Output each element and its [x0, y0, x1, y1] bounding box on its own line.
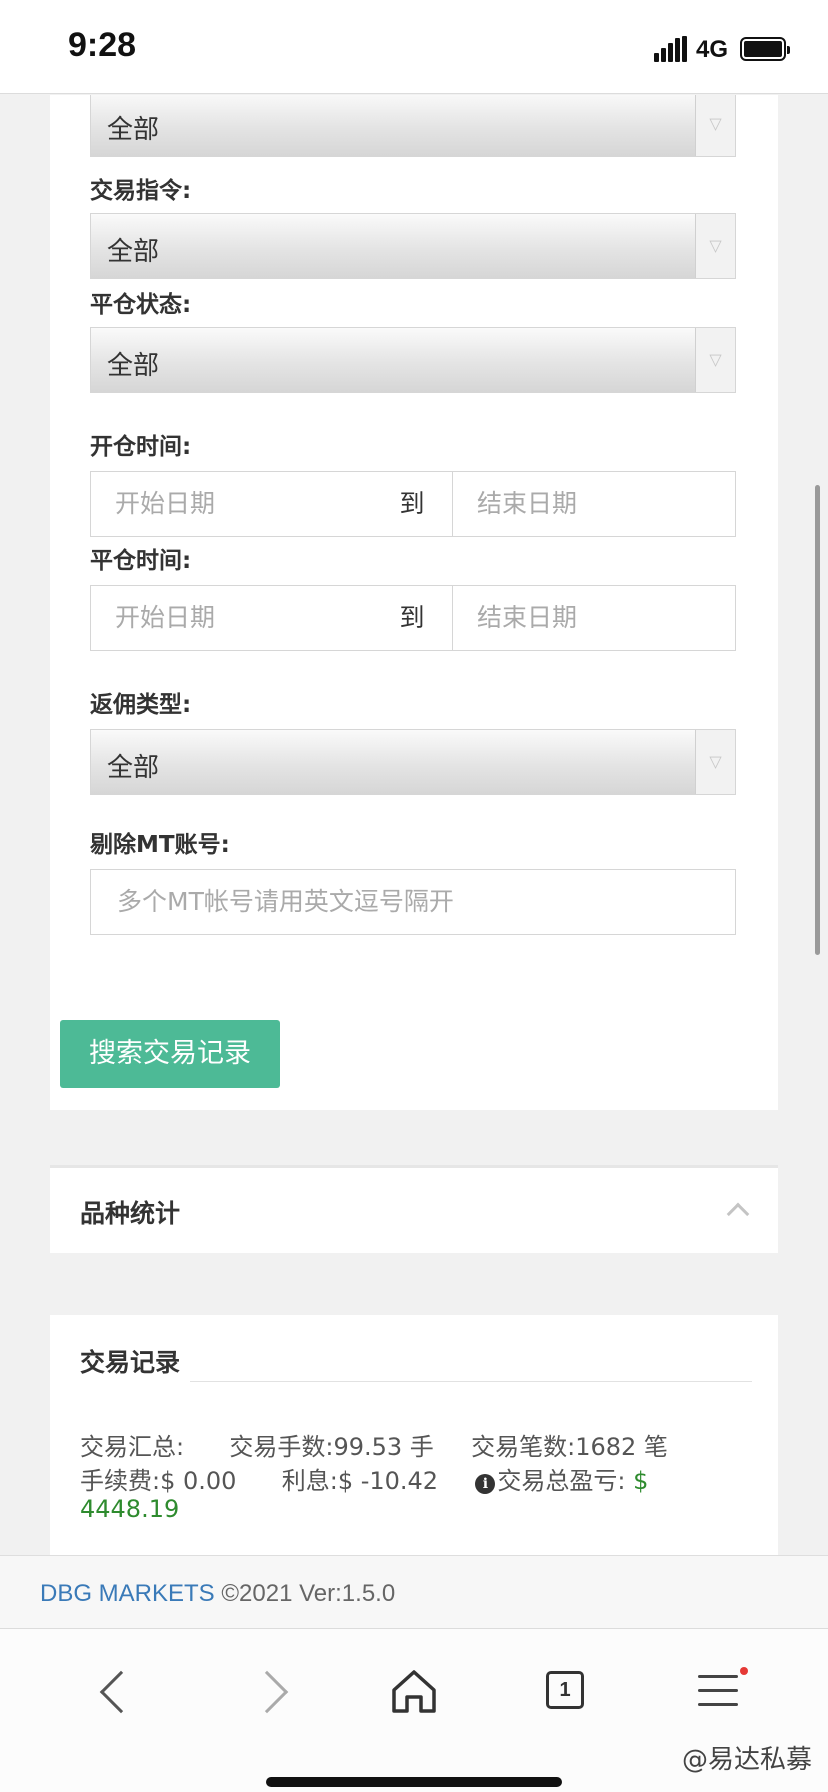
tabs-count-icon: 1: [546, 1671, 584, 1709]
close-status-select[interactable]: 全部 ▽: [90, 327, 736, 393]
symbol-stats-panel[interactable]: 品种统计: [50, 1165, 778, 1253]
notification-dot: [740, 1667, 748, 1675]
interest-label: 利息:: [281, 1467, 338, 1495]
pnl-value: 4448.19: [80, 1495, 180, 1523]
exclude-mt-input[interactable]: 多个MT帐号请用英文逗号隔开: [90, 869, 736, 935]
page-content[interactable]: 全部 ▽ 交易指令: 全部 ▽ 平仓状态: 全部 ▽ 开仓时间: 开始日期 到 …: [0, 95, 828, 1555]
forward-button[interactable]: [244, 1663, 304, 1723]
close-status-label: 平仓状态:: [90, 292, 192, 318]
summary-label: 交易汇总:: [80, 1433, 185, 1461]
trade-records-panel: 交易记录 交易汇总: 交易手数:99.53 手 交易笔数:1682 笔 手续费:…: [50, 1315, 778, 1555]
chevron-right-icon: [245, 1670, 289, 1714]
chevron-down-icon: ▽: [695, 328, 735, 392]
lots-value: 99.53 手: [333, 1433, 434, 1461]
close-end-date-input[interactable]: 结束日期: [452, 585, 736, 651]
info-icon[interactable]: i: [475, 1474, 496, 1494]
signal-icon: [654, 36, 688, 62]
interest-value: $ -10.42: [337, 1467, 439, 1495]
open-time-label: 开仓时间:: [90, 434, 192, 460]
home-button[interactable]: [386, 1663, 446, 1723]
status-bar: 9:28 4G: [0, 0, 828, 94]
exclude-mt-label: 剔除MT账号:: [90, 832, 230, 858]
pnl-label: 交易总盈亏:: [497, 1467, 626, 1495]
footer-brand-link[interactable]: DBG MARKETS: [40, 1580, 215, 1607]
chevron-left-icon: [99, 1670, 143, 1714]
search-trades-button[interactable]: 搜索交易记录: [60, 1020, 280, 1088]
chevron-down-icon: ▽: [695, 214, 735, 278]
open-end-date-input[interactable]: 结束日期: [452, 471, 736, 537]
select-value: 全部: [107, 115, 160, 145]
page-footer: DBG MARKETS ©2021 Ver:1.5.0: [0, 1555, 828, 1628]
trade-summary-line: 交易汇总: 交易手数:99.53 手 交易笔数:1682 笔: [80, 1427, 668, 1462]
trade-fees-line: 手续费:$ 0.00 利息:$ -10.42 i 交易总盈亏: $: [80, 1461, 648, 1496]
home-icon: [392, 1670, 436, 1713]
close-start-date-input[interactable]: 开始日期: [90, 585, 373, 651]
open-time-range: 开始日期 到 结束日期: [90, 471, 736, 537]
select-value: 全部: [107, 351, 160, 381]
trade-cmd-select[interactable]: 全部 ▽: [90, 213, 736, 279]
tabs-button[interactable]: 1: [536, 1663, 596, 1723]
scrollbar[interactable]: [815, 485, 820, 955]
date-range-separator: 到: [372, 585, 452, 651]
network-type: 4G: [696, 36, 729, 63]
lots-label: 交易手数:: [229, 1433, 334, 1461]
trade-cmd-label: 交易指令:: [90, 178, 192, 204]
chevron-down-icon: ▽: [695, 730, 735, 794]
home-indicator[interactable]: [266, 1777, 562, 1787]
trade-records-title: 交易记录: [80, 1348, 181, 1377]
back-button[interactable]: [84, 1663, 144, 1723]
open-start-date-input[interactable]: 开始日期: [90, 471, 373, 537]
date-range-separator: 到: [372, 471, 452, 537]
select-value: 全部: [107, 237, 160, 267]
menu-button[interactable]: [690, 1663, 750, 1723]
search-form-card: 全部 ▽ 交易指令: 全部 ▽ 平仓状态: 全部 ▽ 开仓时间: 开始日期 到 …: [50, 95, 778, 1110]
rebate-type-label: 返佣类型:: [90, 692, 192, 718]
chevron-down-icon: ▽: [695, 95, 735, 156]
divider: [190, 1381, 752, 1382]
filter-select-top[interactable]: 全部 ▽: [90, 95, 736, 157]
footer-copyright: ©2021 Ver:1.5.0: [221, 1580, 396, 1607]
chevron-up-icon[interactable]: [726, 1202, 750, 1226]
fee-value: $ 0.00: [160, 1467, 237, 1495]
rebate-type-select[interactable]: 全部 ▽: [90, 729, 736, 795]
symbol-stats-title: 品种统计: [80, 1199, 181, 1228]
count-value: 1682 笔: [575, 1433, 668, 1461]
status-time: 9:28: [68, 26, 137, 64]
battery-icon: [740, 37, 790, 61]
close-time-label: 平仓时间:: [90, 548, 192, 574]
select-value: 全部: [107, 753, 160, 783]
watermark-text: @易达私募: [681, 1745, 812, 1775]
menu-icon: [698, 1675, 738, 1717]
pnl-currency: $: [633, 1467, 649, 1495]
browser-toolbar: 1 @易达私募: [0, 1628, 828, 1792]
fee-label: 手续费:: [80, 1467, 161, 1495]
count-label: 交易笔数:: [471, 1433, 576, 1461]
close-time-range: 开始日期 到 结束日期: [90, 585, 736, 651]
